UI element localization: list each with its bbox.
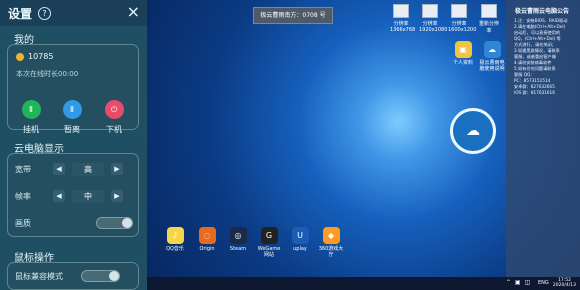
origin-label: Origin — [199, 246, 215, 252]
quality-label: 画质 — [15, 218, 31, 228]
quality-row: 画质 — [15, 215, 133, 231]
steam-label: Steam — [229, 246, 247, 252]
close-icon[interactable]: × — [127, 4, 140, 20]
away-button[interactable]: Ⅱ 暂离 — [57, 100, 87, 135]
bandwidth-row: 宽带 ◀ 高 ▶ — [15, 161, 133, 177]
fps-increase-button[interactable]: ▶ — [111, 190, 123, 202]
profile-folder-shortcut[interactable]: ▣ 个人资料 — [449, 41, 477, 66]
qq-music-shortcut[interactable]: ♪ QQ音乐 — [161, 227, 189, 252]
help-icon[interactable]: ? — [38, 6, 52, 20]
bandwidth-decrease-button[interactable]: ◀ — [53, 163, 65, 175]
origin-shortcut[interactable]: ◌ Origin — [193, 227, 221, 252]
resolution-1366-label: 分辨率 1366x768 — [390, 21, 416, 33]
fps-label: 帧率 — [15, 191, 31, 201]
language-indicator[interactable]: ENG — [538, 280, 549, 286]
taskbar: ⌃ ▣ ◫ ENG 17:52 2020/4/13 — [147, 277, 580, 290]
game-hall-label: 360游戏大厅 — [318, 246, 344, 258]
bandwidth-label: 宽带 — [15, 164, 31, 174]
guide-shortcut[interactable]: ☁ 极云曹雨电脑使用说明 — [478, 41, 506, 72]
mouse-compat-row: 鼠标兼容模式 — [15, 268, 133, 284]
fps-row: 帧率 ◀ 中 ▶ — [15, 188, 133, 204]
mouse-card: 鼠标兼容模式 — [7, 262, 139, 290]
fps-value: 中 — [72, 189, 104, 203]
tray-icons: ⌃ ▣ ◫ — [506, 279, 532, 286]
pause-icon: Ⅱ — [21, 100, 41, 119]
music-icon: ♪ — [166, 227, 184, 244]
power-icon: ⏻ — [104, 100, 124, 119]
cloud-icon: ☁ — [483, 41, 501, 58]
account-id: 10785 — [28, 52, 54, 61]
steam-icon: ◎ — [229, 227, 247, 244]
monitor-icon — [393, 4, 409, 18]
monitor-icon — [422, 4, 438, 18]
remote-desktop: 极云曹雨南方：0708 号 分辨率 1366x768 分辨率 1920x1080… — [147, 0, 580, 290]
monitor-icon — [451, 4, 467, 18]
bandwidth-value: 高 — [72, 162, 104, 176]
account-row: 10785 — [16, 52, 53, 61]
resolution-1920-shortcut[interactable]: 分辨率 1920x1080 — [419, 4, 447, 33]
resolution-1600-shortcut[interactable]: 分辨率 1600x1200 — [448, 4, 476, 33]
monitor-icon — [481, 4, 497, 18]
quality-toggle[interactable] — [95, 217, 133, 229]
coin-icon — [16, 52, 24, 61]
online-time: 本次在线时长00:00 — [16, 70, 79, 78]
hang-up-label: 挂机 — [23, 125, 39, 134]
bandwidth-stepper: ◀ 高 ▶ — [53, 162, 123, 176]
uplay-shortcut[interactable]: U uplay — [286, 227, 314, 252]
resolution-1600-label: 分辨率 1600x1200 — [448, 21, 477, 33]
resolution-1920-label: 分辨率 1920x1080 — [419, 21, 448, 33]
hang-up-button[interactable]: Ⅱ 挂机 — [16, 100, 46, 135]
fps-decrease-button[interactable]: ◀ — [53, 190, 65, 202]
logout-label: 下机 — [106, 125, 122, 134]
logout-button[interactable]: ⏻ 下机 — [99, 100, 129, 135]
uplay-icon: U — [291, 227, 309, 244]
date: 2020/4/13 — [552, 283, 576, 288]
folder-icon: ▣ — [454, 41, 472, 58]
reset-resolution-label: 重新分辨率 — [478, 21, 499, 34]
panel-header: 设置 ? × — [0, 0, 147, 26]
announcement-line: IOS 群：817031616 — [514, 90, 555, 95]
reset-resolution-shortcut[interactable]: 重新分辨率 — [478, 4, 500, 34]
guide-label: 极云曹雨电脑使用说明 — [479, 60, 505, 72]
announcement-title: 极云曹雨云电脑公告 — [515, 8, 570, 15]
mouse-compat-toggle[interactable] — [81, 270, 120, 282]
uplay-label: uplay — [293, 246, 307, 252]
wegame-shortcut[interactable]: G WeGame 网站 — [255, 227, 283, 258]
qq-music-label: QQ音乐 — [166, 246, 184, 252]
game-hall-shortcut[interactable]: ◆ 360游戏大厅 — [317, 227, 345, 258]
pause-icon: Ⅱ — [62, 100, 82, 119]
mouse-compat-label: 鼠标兼容模式 — [15, 271, 63, 281]
notice-bar: 极云曹雨南方：0708 号 — [253, 7, 333, 24]
resolution-1366-shortcut[interactable]: 分辨率 1366x768 — [390, 4, 416, 33]
origin-icon: ◌ — [198, 227, 216, 244]
display-card: 宽带 ◀ 高 ▶ 帧率 ◀ 中 ▶ 画质 — [7, 153, 139, 237]
announcement-panel: 极云曹雨云电脑公告 1.注：安装BIOS、RAID驱动 2.请在电脑(Ctrl+… — [506, 0, 580, 277]
bandwidth-increase-button[interactable]: ▶ — [111, 163, 123, 175]
game-hall-icon: ◆ — [322, 227, 340, 244]
account-card: 10785 本次在线时长00:00 Ⅱ 挂机 Ⅱ 暂离 ⏻ 下机 — [7, 44, 139, 134]
wegame-label: WeGame 网站 — [257, 246, 281, 258]
steam-shortcut[interactable]: ◎ Steam — [224, 227, 252, 252]
profile-folder-label: 个人资料 — [452, 60, 473, 66]
cloud-icon: ☁ — [450, 108, 496, 154]
clock: 17:52 2020/4/13 — [553, 278, 576, 288]
fps-stepper: ◀ 中 ▶ — [53, 189, 123, 203]
panel-title: 设置 — [8, 6, 33, 21]
settings-panel: 设置 ? × 我的 10785 本次在线时长00:00 Ⅱ 挂机 Ⅱ 暂离 ⏻ … — [0, 0, 147, 290]
announcement-text: 1.注：安装BIOS、RAID驱动 2.请在电脑(Ctrl+Alt+Del) 启… — [514, 18, 574, 96]
wegame-icon: G — [260, 227, 278, 244]
away-label: 暂离 — [64, 125, 80, 134]
